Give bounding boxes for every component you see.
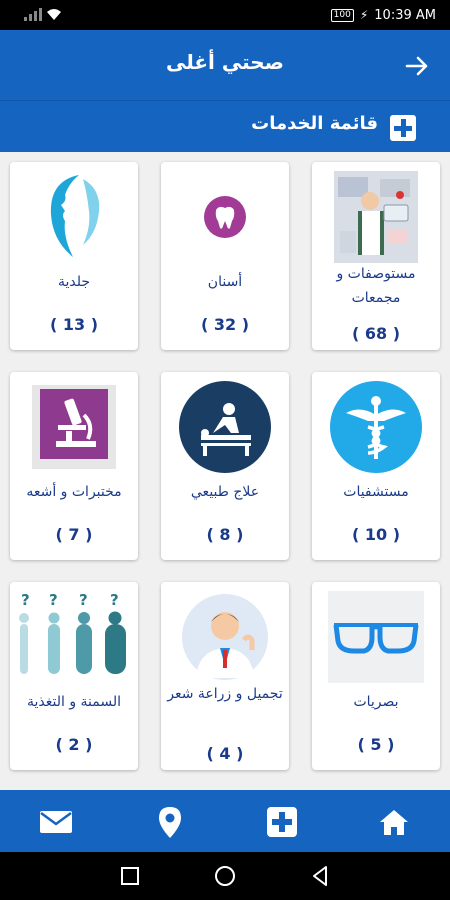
service-card-physiotherapy[interactable]: علاج طبيعي ( 8 ) — [161, 372, 289, 560]
page-title: صحتي أغلى — [165, 50, 285, 74]
service-count: ( 7 ) — [55, 525, 93, 544]
home-button-icon[interactable] — [213, 864, 237, 888]
service-count: ( 5 ) — [357, 735, 395, 754]
bottom-nav — [0, 790, 450, 852]
section-header: قائمة الخدمات — [0, 100, 450, 152]
tooth-icon — [175, 170, 275, 264]
caduceus-icon — [326, 380, 426, 474]
service-name: تجميل و زراعة شعر — [167, 686, 283, 702]
service-count: ( 2 ) — [55, 735, 93, 754]
doctor-icon — [175, 590, 275, 684]
face-profile-icon — [24, 170, 124, 264]
location-pin-icon[interactable] — [152, 804, 188, 840]
body-weight-icon: ???? — [14, 590, 134, 684]
service-count: ( 68 ) — [351, 324, 401, 343]
svg-text:?: ? — [49, 591, 58, 609]
glasses-icon — [326, 590, 426, 684]
service-name: أسنان — [207, 274, 243, 290]
service-count: ( 13 ) — [49, 315, 99, 334]
mail-icon[interactable] — [38, 804, 74, 840]
plus-box-icon — [390, 115, 416, 141]
service-card-nutrition[interactable]: ???? السمنة و التغذية ( 2 ) — [10, 582, 138, 770]
app-bar: صحتي أغلى — [0, 30, 450, 100]
arrow-right-icon[interactable] — [404, 53, 430, 79]
service-count: ( 32 ) — [200, 315, 250, 334]
service-count: ( 8 ) — [206, 525, 244, 544]
service-name: مستوصفات و مجمعات — [336, 266, 416, 306]
home-icon[interactable] — [376, 804, 412, 840]
status-bar: 100 ⚡ 10:39 AM — [0, 0, 450, 30]
microscope-icon — [24, 380, 124, 474]
service-name: علاج طبيعي — [190, 484, 260, 500]
wifi-icon — [47, 9, 61, 20]
service-card-labs[interactable]: مختبرات و أشعه ( 7 ) — [10, 372, 138, 560]
plus-icon[interactable] — [264, 804, 300, 840]
charging-icon: ⚡ — [359, 8, 369, 22]
service-card-dental[interactable]: أسنان ( 32 ) — [161, 162, 289, 350]
signal-icon — [24, 8, 42, 21]
service-name: جلدية — [57, 274, 91, 290]
service-name: مختبرات و أشعه — [26, 484, 122, 500]
status-time: 10:39 AM — [374, 7, 436, 23]
section-title: قائمة الخدمات — [251, 113, 378, 134]
service-card-hospitals[interactable]: مستشفيات ( 10 ) — [312, 372, 440, 560]
service-name: بصريات — [353, 694, 399, 710]
physiotherapy-icon — [175, 380, 275, 474]
service-card-clinics[interactable]: مستوصفات و مجمعات ( 68 ) — [312, 162, 440, 350]
service-count: ( 4 ) — [206, 744, 244, 763]
service-card-dermatology[interactable]: جلدية ( 13 ) — [10, 162, 138, 350]
svg-text:?: ? — [110, 591, 119, 609]
svg-text:?: ? — [21, 591, 30, 609]
service-name: السمنة و التغذية — [26, 694, 121, 710]
back-button-icon[interactable] — [308, 864, 332, 888]
service-name: مستشفيات — [343, 484, 409, 500]
service-card-optics[interactable]: بصريات ( 5 ) — [312, 582, 440, 770]
battery-icon: 100 — [330, 8, 354, 22]
service-count: ( 10 ) — [351, 525, 401, 544]
svg-text:?: ? — [79, 591, 88, 609]
services-grid: مستوصفات و مجمعات ( 68 ) أسنان ( 32 ) جل… — [0, 152, 450, 790]
pharmacy-shelf-icon — [326, 170, 426, 264]
recent-apps-icon[interactable] — [118, 864, 142, 888]
system-nav-bar — [0, 852, 450, 900]
service-card-cosmetics[interactable]: تجميل و زراعة شعر ( 4 ) — [161, 582, 289, 770]
